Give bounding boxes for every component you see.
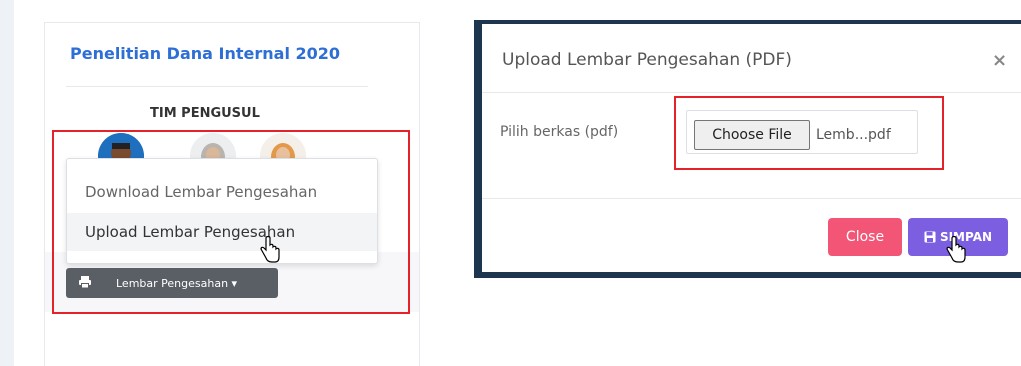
modal-footer-divider xyxy=(482,198,1021,199)
modal-title: Upload Lembar Pengesahan (PDF) xyxy=(502,50,792,70)
close-button[interactable]: Close xyxy=(828,218,902,256)
card-title: Penelitian Dana Internal 2020 xyxy=(70,44,341,63)
hand-cursor-icon xyxy=(260,236,280,263)
highlight-box-left xyxy=(52,130,410,314)
floppy-disk-icon xyxy=(924,231,936,243)
hand-cursor-icon xyxy=(946,236,966,263)
card-divider xyxy=(66,86,368,87)
file-field-label: Pilih berkas (pdf) xyxy=(500,124,619,140)
left-strip xyxy=(0,0,14,366)
modal-close-icon[interactable]: × xyxy=(992,50,1007,71)
highlight-box-right xyxy=(674,96,944,170)
team-label: TIM PENGUSUL xyxy=(150,106,260,121)
modal-header-divider xyxy=(482,92,1021,93)
